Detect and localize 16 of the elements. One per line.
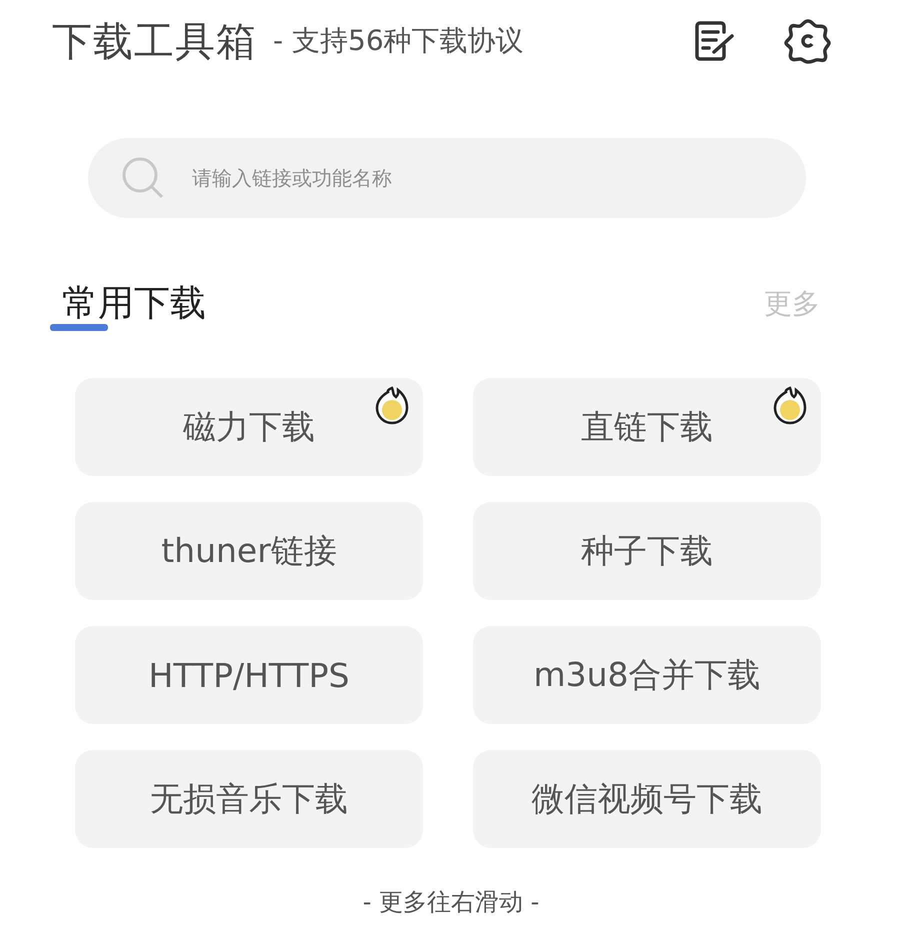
highlight-bar bbox=[50, 324, 108, 331]
tool-button[interactable]: HTTP/HTTPS bbox=[75, 626, 423, 724]
tool-button[interactable]: 磁力下载 bbox=[75, 378, 423, 476]
section-title: 常用下载 bbox=[62, 286, 206, 322]
tool-button[interactable]: 种子下载 bbox=[473, 502, 821, 600]
search-icon bbox=[120, 155, 166, 201]
tool-button[interactable]: 无损音乐下载 bbox=[75, 750, 423, 848]
tool-button[interactable]: m3u8合并下载 bbox=[473, 626, 821, 724]
settings-icon[interactable] bbox=[784, 18, 832, 64]
tool-button[interactable]: thuner链接 bbox=[75, 502, 423, 600]
scroll-hint: - 更多往右滑动 - bbox=[362, 888, 540, 916]
tool-button[interactable]: 直链下载 bbox=[473, 378, 821, 476]
search-field[interactable]: 请输入链接或功能名称 bbox=[88, 138, 806, 218]
page-title: 下载工具箱 bbox=[52, 18, 257, 66]
tool-button[interactable]: 微信视频号下载 bbox=[473, 750, 821, 848]
page-subtitle: - 支持56种下载协议 bbox=[273, 23, 524, 59]
